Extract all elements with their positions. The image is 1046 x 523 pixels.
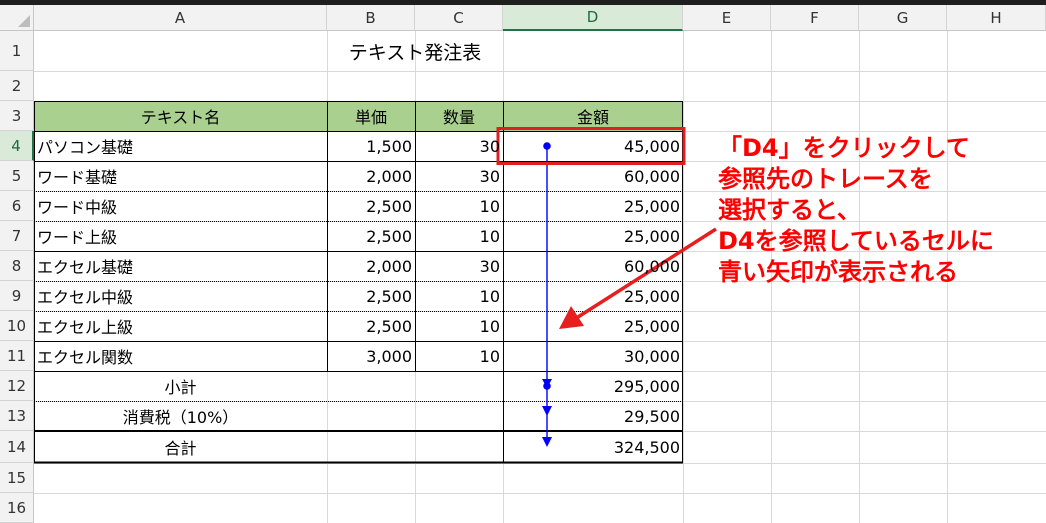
table-row-amount[interactable]: 60,000 xyxy=(503,161,683,191)
annotation-line: D4を参照しているセルに xyxy=(718,227,994,255)
table-row-name[interactable]: ワード上級 xyxy=(34,221,327,251)
table-row-name[interactable]: エクセル上級 xyxy=(34,311,327,341)
table-row-price[interactable]: 2,500 xyxy=(327,311,415,341)
table-row-qty[interactable]: 30 xyxy=(415,161,503,191)
table-row-price[interactable]: 2,000 xyxy=(327,251,415,281)
table-row-amount[interactable]: 25,000 xyxy=(503,191,683,221)
table-row-price[interactable]: 2,000 xyxy=(327,161,415,191)
table-row-price[interactable]: 1,500 xyxy=(327,131,415,161)
total-label[interactable]: 合計 xyxy=(34,431,327,463)
table-row-amount[interactable]: 30,000 xyxy=(503,341,683,371)
table-row-amount[interactable]: 60,000 xyxy=(503,251,683,281)
annotation-line: 参照先のトレースを xyxy=(718,165,933,193)
header-text-name[interactable]: テキスト名 xyxy=(34,101,327,131)
table-row-qty[interactable]: 30 xyxy=(415,131,503,161)
table-row-amount-d4[interactable]: 45,000 xyxy=(503,131,683,161)
table-row-price[interactable]: 2,500 xyxy=(327,191,415,221)
table-row-qty[interactable]: 10 xyxy=(415,191,503,221)
table-row-name[interactable]: エクセル関数 xyxy=(34,341,327,371)
sheet-title[interactable]: テキスト発注表 xyxy=(327,31,503,71)
table-row-amount[interactable]: 25,000 xyxy=(503,221,683,251)
subtotal-label[interactable]: 小計 xyxy=(34,371,327,401)
table-row-qty[interactable]: 10 xyxy=(415,221,503,251)
table-row-qty[interactable]: 10 xyxy=(415,311,503,341)
annotation-line: 「D4」をクリックして xyxy=(718,134,970,162)
table-row-amount[interactable]: 25,000 xyxy=(503,281,683,311)
table-row-name[interactable]: エクセル中級 xyxy=(34,281,327,311)
total-value[interactable]: 324,500 xyxy=(503,431,683,463)
table-row-price[interactable]: 3,000 xyxy=(327,341,415,371)
table-row-price[interactable]: 2,500 xyxy=(327,221,415,251)
tax-value[interactable]: 29,500 xyxy=(503,401,683,431)
annotation-line: 選択すると、 xyxy=(718,196,862,224)
table-row-price[interactable]: 2,500 xyxy=(327,281,415,311)
tax-label[interactable]: 消費税（10%） xyxy=(34,401,327,431)
table-row-name[interactable]: ワード基礎 xyxy=(34,161,327,191)
header-unit-price[interactable]: 単価 xyxy=(327,101,415,131)
header-amount[interactable]: 金額 xyxy=(503,101,683,131)
table-row-name[interactable]: パソコン基礎 xyxy=(34,131,327,161)
annotation-callout: 「D4」をクリックして 参照先のトレースを 選択すると、 D4を参照しているセル… xyxy=(718,133,1046,288)
table-row-qty[interactable]: 30 xyxy=(415,251,503,281)
table-row-name[interactable]: ワード中級 xyxy=(34,191,327,221)
table-row-name[interactable]: エクセル基礎 xyxy=(34,251,327,281)
table-row-qty[interactable]: 10 xyxy=(415,341,503,371)
subtotal-value[interactable]: 295,000 xyxy=(503,371,683,401)
header-quantity[interactable]: 数量 xyxy=(415,101,503,131)
table-row-qty[interactable]: 10 xyxy=(415,281,503,311)
annotation-line: 青い矢印が表示される xyxy=(718,258,958,286)
table-row-amount[interactable]: 25,000 xyxy=(503,311,683,341)
